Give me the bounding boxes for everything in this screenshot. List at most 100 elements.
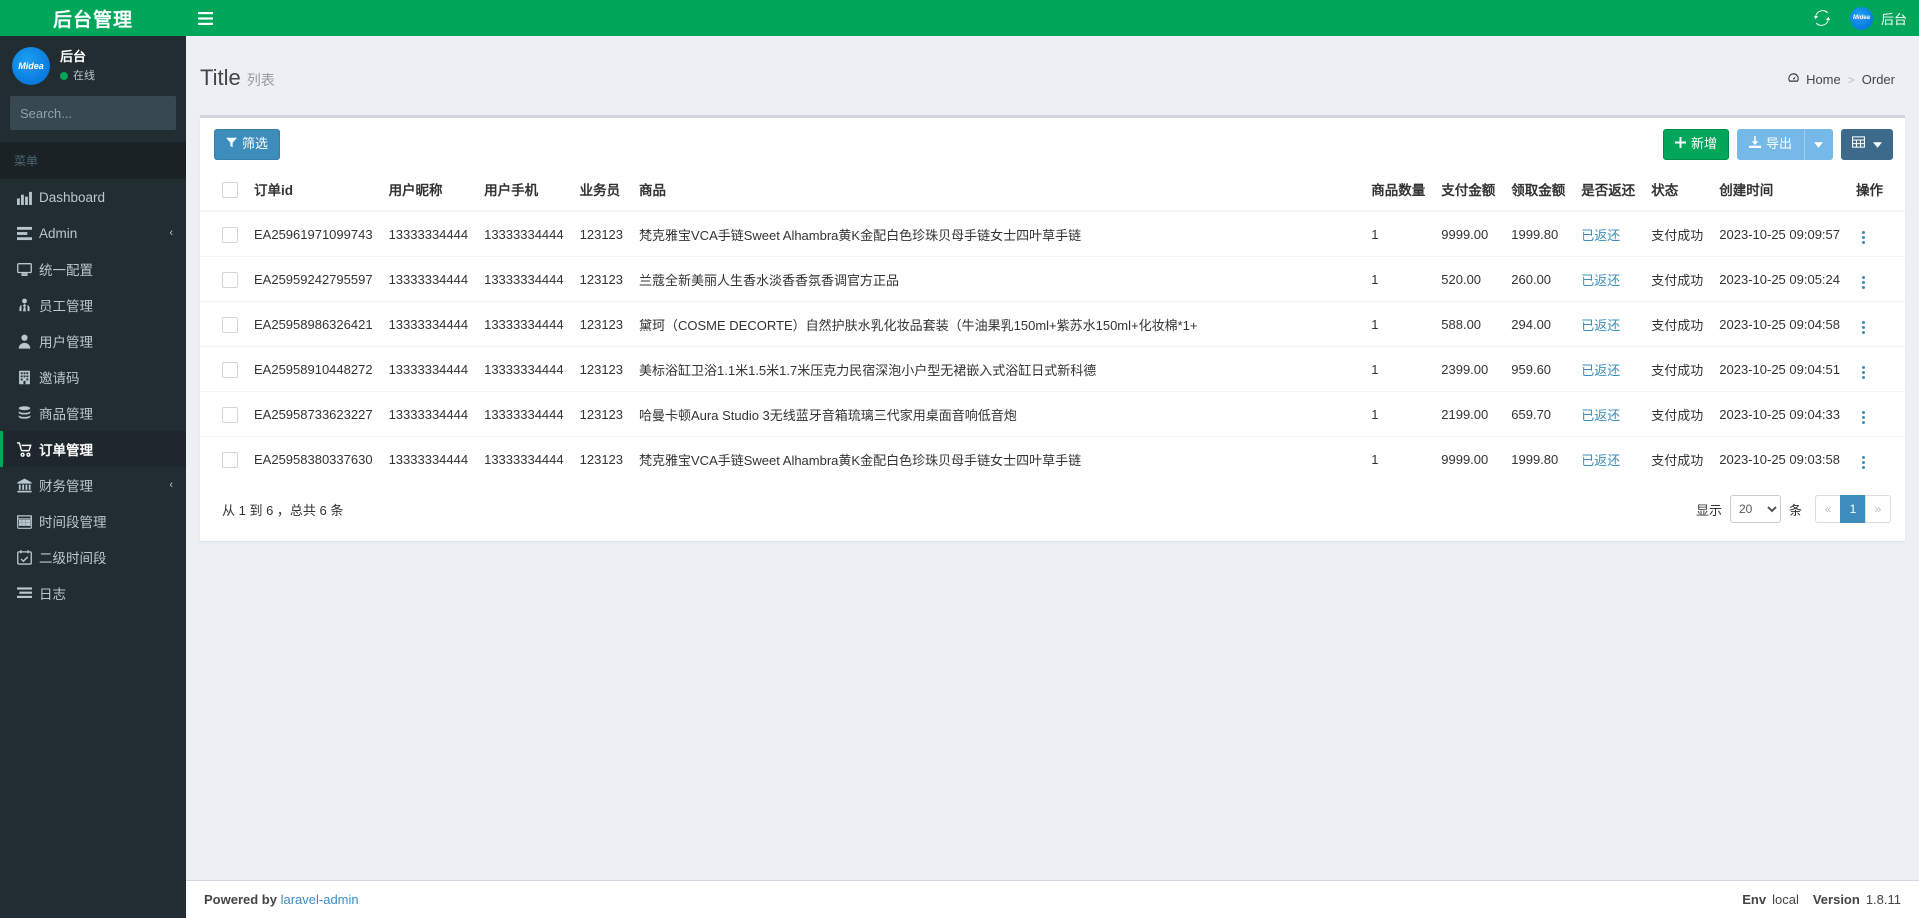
breadcrumb-home[interactable]: Home	[1787, 72, 1841, 88]
sidebar-item-10[interactable]: 二级时间段	[0, 539, 186, 575]
search-input[interactable]	[10, 105, 206, 121]
sidebar-item-6[interactable]: 商品管理	[0, 395, 186, 431]
cell-get-amount: 1999.80	[1503, 436, 1574, 482]
cell-actions	[1848, 391, 1905, 437]
sidebar-item-2[interactable]: 统一配置	[0, 251, 186, 287]
cell-qty: 1	[1363, 301, 1434, 347]
select-all-checkbox[interactable]	[222, 181, 238, 198]
column-selector-button[interactable]	[1841, 129, 1893, 160]
sidebar-item-link-5[interactable]: 邀请码	[0, 359, 186, 395]
sidebar-item-11[interactable]: 日志	[0, 575, 186, 611]
cell-created-at: 2023-10-25 09:09:57	[1711, 210, 1848, 257]
pager-page-1[interactable]: 1	[1840, 495, 1866, 524]
topbar-avatar: Midea	[1849, 6, 1873, 30]
column-header-qty[interactable]: 商品数量	[1363, 170, 1434, 213]
select-all-header	[200, 170, 246, 213]
column-header-product[interactable]: 商品	[631, 170, 1364, 213]
topbar-user-menu[interactable]: Midea 后台	[1844, 6, 1907, 30]
sidebar-item-4[interactable]: 用户管理	[0, 323, 186, 359]
column-header-order-id[interactable]: 订单id	[246, 170, 381, 213]
cell-created-at: 2023-10-25 09:03:58	[1711, 436, 1848, 482]
cell-order-id: EA25958733623227	[246, 391, 381, 437]
hamburger-icon[interactable]	[186, 0, 224, 36]
cell-salesman: 123123	[571, 210, 632, 257]
refresh-icon[interactable]	[1800, 10, 1844, 26]
new-button[interactable]: 新增	[1662, 129, 1729, 160]
column-header-pay-amount[interactable]: 支付金额	[1433, 170, 1504, 213]
table-row: EA25958986326421 13333334444 13333334444 12…	[200, 301, 1905, 347]
row-actions-menu-icon[interactable]	[1856, 409, 1871, 426]
main-area: Midea 后台 Title 列表 Home > Order 筛选 新增 导出 …	[186, 0, 1919, 918]
sidebar-item-7[interactable]: 订单管理	[0, 431, 186, 467]
topbar-user-name: 后台	[1880, 11, 1907, 27]
returned-link[interactable]: 已返还	[1581, 363, 1620, 378]
per-page-select[interactable]: 10203050100	[1729, 495, 1781, 524]
cell-qty: 1	[1363, 256, 1434, 302]
export-dropdown-toggle[interactable]	[1804, 129, 1833, 160]
column-header-salesman[interactable]: 业务员	[571, 170, 632, 213]
returned-link[interactable]: 已返还	[1581, 453, 1620, 468]
cell-nickname: 13333334444	[380, 391, 477, 437]
column-header-returned[interactable]: 是否返还	[1573, 170, 1644, 213]
sidebar-item-link-7[interactable]: 订单管理	[0, 431, 186, 467]
column-header-nickname[interactable]: 用户昵称	[380, 170, 477, 213]
row-actions-menu-icon[interactable]	[1856, 319, 1871, 336]
cell-created-at: 2023-10-25 09:04:58	[1711, 301, 1848, 347]
sidebar-item-link-6[interactable]: 商品管理	[0, 395, 186, 431]
returned-link[interactable]: 已返还	[1581, 318, 1620, 333]
footer-framework-link[interactable]: laravel-admin	[281, 892, 359, 907]
cell-status: 支付成功	[1643, 301, 1712, 347]
cell-pay-amount: 520.00	[1433, 256, 1504, 302]
row-checkbox[interactable]	[222, 271, 238, 288]
row-checkbox[interactable]	[222, 316, 238, 333]
page-title-text: Title	[200, 64, 241, 90]
row-select-cell	[200, 391, 246, 437]
cell-get-amount: 260.00	[1503, 256, 1574, 302]
row-checkbox[interactable]	[222, 451, 238, 468]
returned-link[interactable]: 已返还	[1581, 408, 1620, 423]
pager-prev[interactable]: «	[1815, 495, 1841, 524]
column-header-created-at[interactable]: 创建时间	[1711, 170, 1848, 213]
table-head: 订单id 用户昵称 用户手机 业务员 商品 商品数量 支付金额 领取金额 是否返…	[200, 170, 1905, 213]
sidebar-item-link-3[interactable]: 员工管理	[0, 287, 186, 323]
export-button[interactable]: 导出	[1736, 129, 1804, 160]
sidebar-item-link-0[interactable]: Dashboard	[0, 179, 186, 215]
sidebar-item-1[interactable]: Admin ‹	[0, 215, 186, 251]
row-checkbox[interactable]	[222, 361, 238, 378]
column-header-get-amount[interactable]: 领取金额	[1503, 170, 1574, 213]
cell-pay-amount: 9999.00	[1433, 436, 1504, 482]
cell-returned: 已返还	[1573, 210, 1644, 257]
desktop-icon	[17, 262, 39, 277]
sidebar-logo[interactable]: 后台管理	[0, 0, 186, 36]
returned-link[interactable]: 已返还	[1581, 228, 1620, 243]
row-actions-menu-icon[interactable]	[1856, 454, 1871, 471]
chevron-left-icon: ‹	[169, 479, 173, 491]
column-header-status[interactable]: 状态	[1643, 170, 1712, 213]
row-actions-menu-icon[interactable]	[1856, 274, 1871, 291]
row-actions-menu-icon[interactable]	[1856, 229, 1871, 246]
pager-next[interactable]: »	[1865, 495, 1891, 524]
row-checkbox[interactable]	[222, 226, 238, 243]
row-select-cell	[200, 436, 246, 482]
sidebar-item-label: 邀请码	[39, 371, 80, 386]
sidebar-item-link-9[interactable]: 时间段管理	[0, 503, 186, 539]
row-actions-menu-icon[interactable]	[1856, 364, 1871, 381]
sidebar-item-link-4[interactable]: 用户管理	[0, 323, 186, 359]
topbar-avatar-label: Midea	[1852, 15, 1870, 21]
sidebar-item-link-11[interactable]: 日志	[0, 575, 186, 611]
breadcrumb-home-label: Home	[1806, 72, 1841, 88]
sidebar-item-3[interactable]: 员工管理	[0, 287, 186, 323]
sidebar-item-link-2[interactable]: 统一配置	[0, 251, 186, 287]
row-checkbox[interactable]	[222, 406, 238, 423]
cell-order-id: EA25958380337630	[246, 436, 381, 482]
filter-button[interactable]: 筛选	[214, 129, 281, 160]
column-header-phone[interactable]: 用户手机	[476, 170, 572, 213]
sidebar-item-link-8[interactable]: 财务管理 ‹	[0, 467, 186, 503]
sidebar-item-8[interactable]: 财务管理 ‹	[0, 467, 186, 503]
sidebar-item-5[interactable]: 邀请码	[0, 359, 186, 395]
sidebar-item-link-10[interactable]: 二级时间段	[0, 539, 186, 575]
returned-link[interactable]: 已返还	[1581, 273, 1620, 288]
sidebar-item-9[interactable]: 时间段管理	[0, 503, 186, 539]
sidebar-item-link-1[interactable]: Admin ‹	[0, 215, 186, 251]
sidebar-item-0[interactable]: Dashboard	[0, 179, 186, 215]
